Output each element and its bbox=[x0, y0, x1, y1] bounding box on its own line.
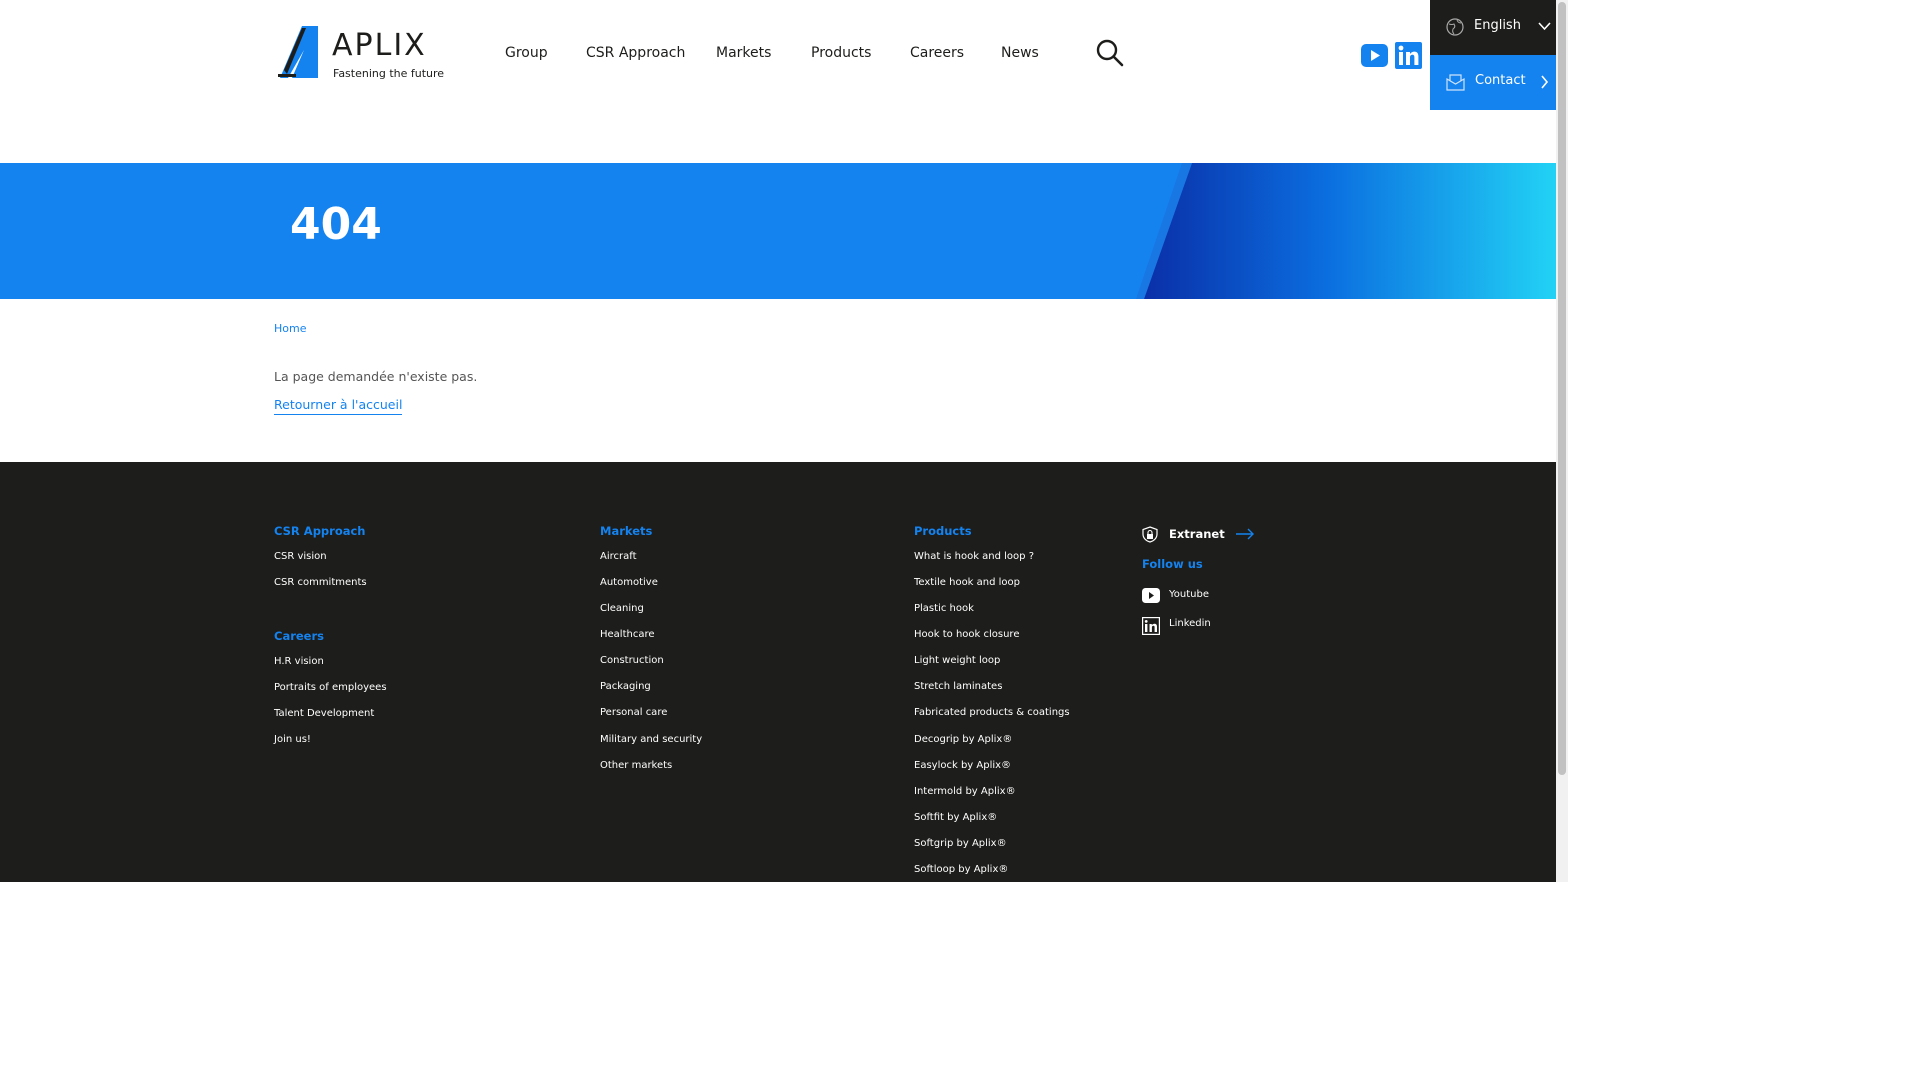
linkedin-icon bbox=[1142, 617, 1160, 635]
footer-link[interactable]: Personal care bbox=[600, 707, 667, 718]
footer-link[interactable]: Softfit by Aplix® bbox=[914, 812, 997, 823]
chevron-right-icon bbox=[1541, 75, 1549, 89]
footer-link[interactable]: Talent Development bbox=[274, 708, 374, 719]
mail-icon bbox=[1446, 74, 1465, 91]
footer-link[interactable]: CSR vision bbox=[274, 551, 327, 562]
banner-decoration bbox=[1136, 163, 1556, 299]
footer-link[interactable]: Intermold by Aplix® bbox=[914, 786, 1016, 797]
breadcrumb-home[interactable]: Home bbox=[274, 322, 306, 335]
arrow-right-icon bbox=[1236, 528, 1254, 540]
footer-link[interactable]: Decogrip by Aplix® bbox=[914, 734, 1012, 745]
extranet-label: Extranet bbox=[1169, 527, 1225, 541]
footer-link[interactable]: Healthcare bbox=[600, 629, 655, 640]
site-header: APLIX Fastening the future Group CSR App… bbox=[0, 0, 1556, 163]
footer-link[interactable]: Cleaning bbox=[600, 603, 644, 614]
nav-careers[interactable]: Careers bbox=[910, 45, 964, 61]
footer-link[interactable]: Fabricated products & coatings bbox=[914, 707, 1070, 718]
logo-mark-icon bbox=[278, 26, 318, 78]
footer-linkedin-label: Linkedin bbox=[1169, 618, 1211, 629]
logo-tagline: Fastening the future bbox=[333, 67, 445, 80]
globe-icon bbox=[1446, 18, 1464, 36]
contact-label: Contact bbox=[1475, 73, 1526, 88]
footer-link[interactable]: Construction bbox=[600, 655, 664, 666]
footer-link[interactable]: Plastic hook bbox=[914, 603, 974, 614]
extranet-link[interactable]: Extranet bbox=[1142, 526, 1262, 544]
footer-link[interactable]: Easylock by Aplix® bbox=[914, 760, 1011, 771]
footer-link[interactable]: CSR commitments bbox=[274, 577, 367, 588]
footer-link[interactable]: What is hook and loop ? bbox=[914, 551, 1034, 562]
footer-link[interactable]: Light weight loop bbox=[914, 655, 1000, 666]
language-label: English bbox=[1474, 18, 1521, 33]
footer-heading-markets[interactable]: Markets bbox=[600, 524, 652, 538]
footer-link[interactable]: Textile hook and loop bbox=[914, 577, 1020, 588]
contact-button[interactable]: Contact bbox=[1430, 55, 1556, 110]
search-icon[interactable] bbox=[1096, 39, 1124, 67]
footer-link[interactable]: Softgrip by Aplix® bbox=[914, 838, 1007, 849]
footer-link[interactable]: Portraits of employees bbox=[274, 682, 387, 693]
aplix-logo[interactable]: APLIX Fastening the future bbox=[278, 26, 448, 80]
youtube-icon bbox=[1142, 588, 1160, 603]
logo-wordmark: APLIX bbox=[332, 28, 427, 63]
follow-us-heading: Follow us bbox=[1142, 557, 1203, 571]
back-home-link[interactable]: Retourner à l'accueil bbox=[274, 397, 403, 415]
footer-youtube-label: Youtube bbox=[1169, 589, 1209, 600]
nav-group[interactable]: Group bbox=[505, 45, 548, 61]
footer-link[interactable]: Aircraft bbox=[600, 551, 637, 562]
footer-link[interactable]: H.R vision bbox=[274, 656, 324, 667]
youtube-icon[interactable] bbox=[1361, 44, 1388, 67]
footer-heading-csr[interactable]: CSR Approach bbox=[274, 524, 366, 538]
linkedin-icon[interactable] bbox=[1395, 42, 1422, 69]
footer-link[interactable]: Automotive bbox=[600, 577, 658, 588]
nav-csr-approach[interactable]: CSR Approach bbox=[586, 45, 685, 61]
scrollbar-thumb[interactable] bbox=[1558, 2, 1566, 775]
nav-products[interactable]: Products bbox=[811, 45, 871, 61]
footer-link[interactable]: Join us! bbox=[274, 734, 311, 745]
footer-link[interactable]: Stretch laminates bbox=[914, 681, 1002, 692]
footer-heading-careers[interactable]: Careers bbox=[274, 629, 324, 643]
page-scrollbar[interactable] bbox=[1556, 0, 1568, 882]
page-banner: 404 bbox=[0, 163, 1556, 299]
lock-shield-icon bbox=[1142, 526, 1158, 543]
error-message: La page demandée n'existe pas. bbox=[274, 369, 478, 384]
site-footer bbox=[0, 462, 1556, 882]
footer-link[interactable]: Hook to hook closure bbox=[914, 629, 1019, 640]
footer-heading-products[interactable]: Products bbox=[914, 524, 972, 538]
footer-link[interactable]: Other markets bbox=[600, 760, 672, 771]
nav-markets[interactable]: Markets bbox=[716, 45, 771, 61]
footer-link[interactable]: Military and security bbox=[600, 734, 702, 745]
chevron-down-icon bbox=[1538, 22, 1551, 31]
footer-link[interactable]: Softloop by Aplix® bbox=[914, 864, 1008, 875]
language-selector[interactable]: English bbox=[1430, 0, 1556, 55]
nav-news[interactable]: News bbox=[1001, 45, 1039, 61]
footer-link[interactable]: Packaging bbox=[600, 681, 651, 692]
page-title: 404 bbox=[290, 199, 382, 250]
